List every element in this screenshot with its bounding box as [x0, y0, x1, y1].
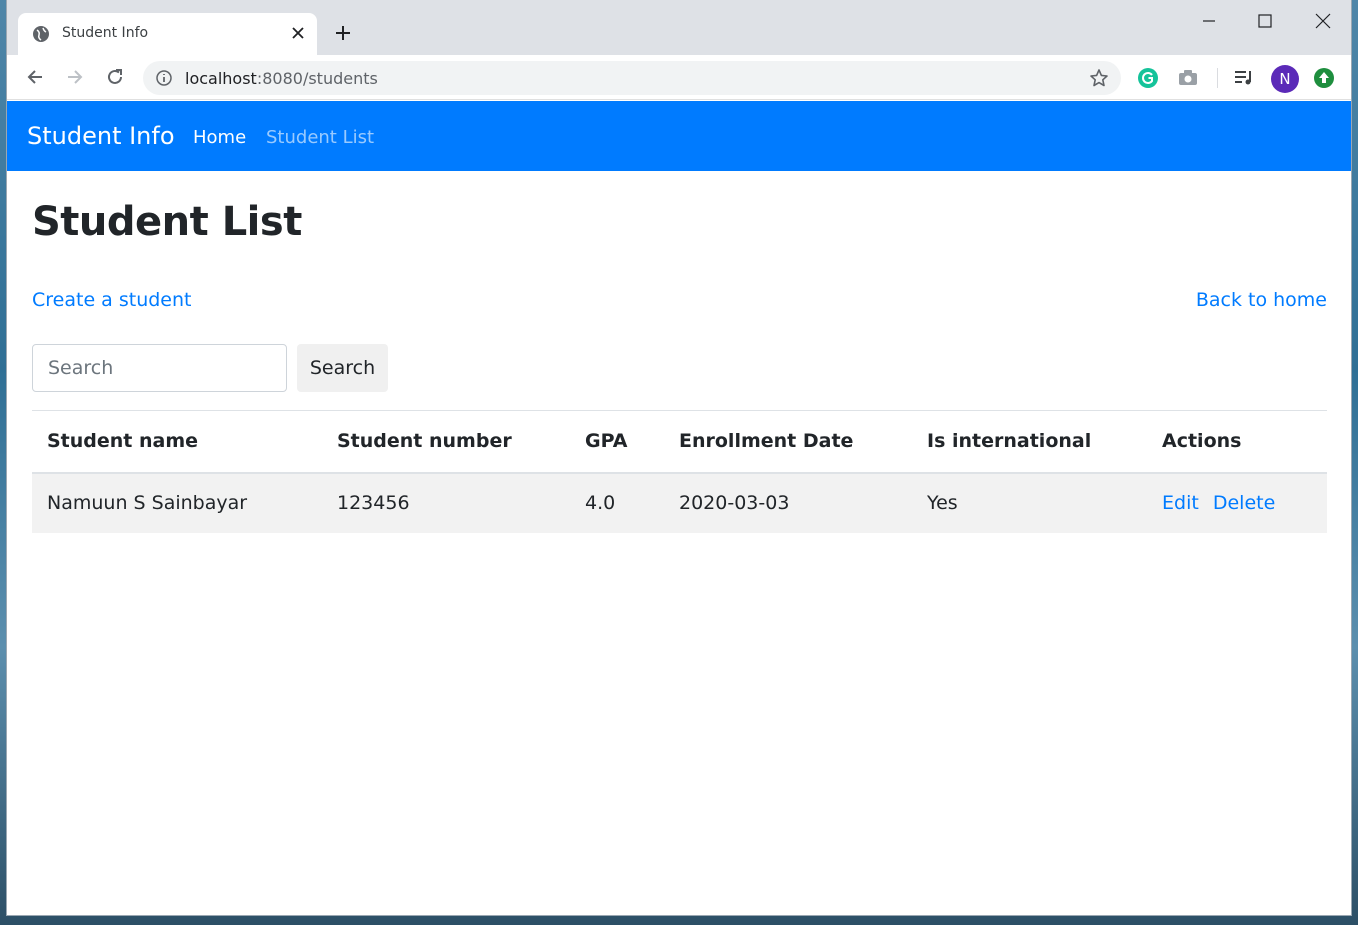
bookmark-star-icon[interactable] [1089, 68, 1109, 88]
browser-tab[interactable]: Student Info [18, 13, 317, 55]
navbar-brand[interactable]: Student Info [27, 122, 175, 150]
address-bar[interactable]: localhost:8080/students [143, 61, 1121, 95]
new-tab-icon[interactable] [334, 24, 352, 42]
close-tab-icon[interactable] [290, 25, 306, 41]
students-table: Student name Student number GPA Enrollme… [32, 410, 1327, 533]
minimize-icon[interactable] [1198, 10, 1220, 32]
header-enrollment-date: Enrollment Date [664, 410, 912, 474]
search-button[interactable]: Search [297, 344, 388, 392]
reload-icon[interactable] [104, 66, 126, 88]
back-to-home-link[interactable]: Back to home [1196, 289, 1327, 311]
browser-window: Student Info localhost:8080/students N S… [7, 0, 1351, 915]
tab-strip: Student Info [7, 0, 1351, 55]
header-gpa: GPA [570, 410, 664, 474]
cell-student-name: Namuun S Sainbayar [32, 472, 322, 533]
edit-link[interactable]: Edit [1162, 492, 1199, 514]
cell-student-number: 123456 [322, 472, 570, 533]
forward-icon[interactable] [64, 66, 86, 88]
nav-link-student-list[interactable]: Student List [266, 127, 374, 148]
camera-icon[interactable] [1176, 66, 1200, 90]
media-control-icon[interactable] [1232, 66, 1256, 90]
cell-gpa: 4.0 [570, 472, 664, 533]
table-row: Namuun S Sainbayar 123456 4.0 2020-03-03… [32, 472, 1327, 533]
table-header-row: Student name Student number GPA Enrollme… [32, 410, 1327, 474]
profile-avatar[interactable]: N [1271, 65, 1299, 93]
browser-toolbar: localhost:8080/students N [7, 55, 1351, 100]
page-title: Student List [32, 199, 302, 245]
back-icon[interactable] [24, 66, 46, 88]
close-window-icon[interactable] [1312, 10, 1334, 32]
create-student-link[interactable]: Create a student [32, 289, 192, 311]
cell-actions: Edit Delete [1147, 472, 1327, 533]
grammarly-icon[interactable] [1136, 66, 1160, 90]
search-input[interactable] [32, 344, 287, 392]
header-student-number: Student number [322, 410, 570, 474]
info-icon[interactable] [155, 69, 173, 87]
maximize-icon[interactable] [1254, 10, 1276, 32]
upload-extension-icon[interactable] [1312, 66, 1336, 90]
header-actions: Actions [1147, 410, 1327, 474]
cell-enrollment-date: 2020-03-03 [664, 472, 912, 533]
header-student-name: Student name [32, 410, 322, 474]
site-navbar: Student Info Home Student List [7, 101, 1351, 171]
page-content: Student Info Home Student List Student L… [7, 101, 1351, 915]
tab-title: Student Info [62, 25, 149, 41]
delete-link[interactable]: Delete [1213, 492, 1275, 514]
toolbar-separator [1217, 68, 1218, 88]
cell-is-international: Yes [912, 472, 1147, 533]
nav-link-home[interactable]: Home [193, 127, 246, 148]
url-text: localhost:8080/students [185, 69, 378, 88]
globe-icon [33, 26, 49, 42]
header-is-international: Is international [912, 410, 1147, 474]
